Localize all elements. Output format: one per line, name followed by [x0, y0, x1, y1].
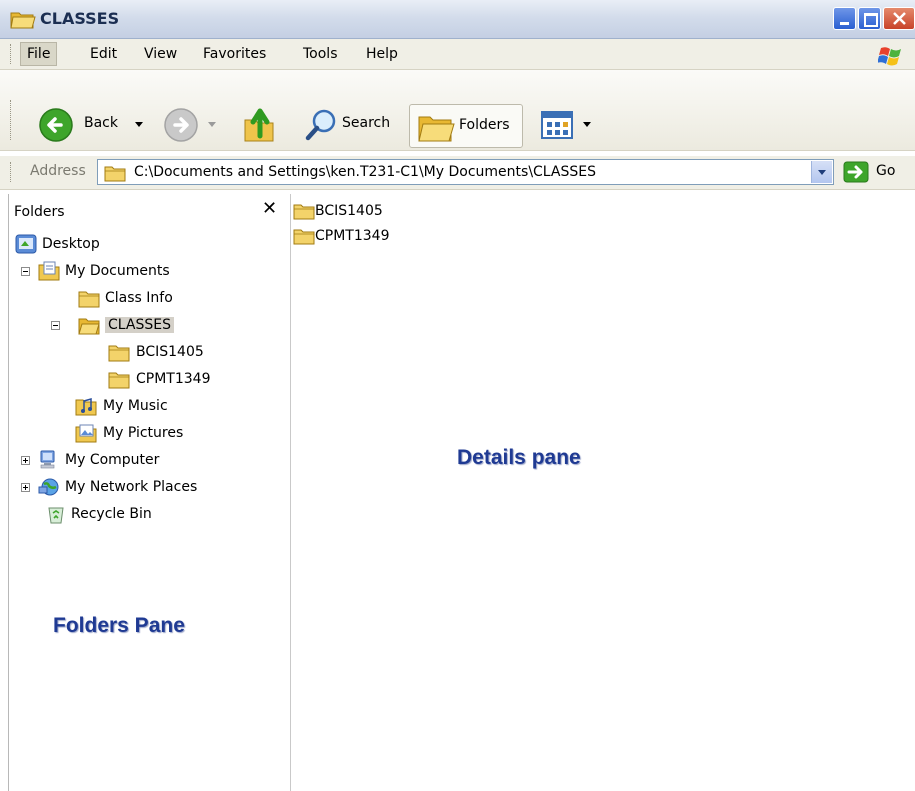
computer-icon: [40, 450, 55, 469]
folders-button[interactable]: Folders: [409, 104, 523, 148]
back-dropdown-icon[interactable]: [135, 122, 143, 127]
recycle-bin-icon: [48, 507, 64, 524]
back-label: Back: [84, 115, 118, 131]
views-icon: [541, 111, 573, 139]
tree-label: My Music: [103, 398, 168, 414]
folders-pane-annotation: Folders Pane: [53, 614, 185, 637]
tree-label: Recycle Bin: [71, 506, 152, 522]
go-button[interactable]: [843, 161, 869, 187]
folders-pane: Folders ✕ Desktop My Documents Class Inf…: [8, 194, 292, 791]
addressbar-grip[interactable]: [10, 162, 14, 182]
back-arrow-icon: [39, 108, 73, 142]
menubar-grip[interactable]: [10, 44, 14, 64]
minimize-icon: [840, 22, 849, 25]
menu-edit[interactable]: Edit: [84, 39, 123, 69]
tree-label: My Computer: [65, 452, 160, 468]
menu-file[interactable]: File: [20, 42, 58, 66]
maximize-button[interactable]: [858, 7, 881, 30]
chevron-down-icon: [818, 170, 826, 175]
address-dropdown-button[interactable]: [811, 161, 832, 183]
address-field[interactable]: C:\Documents and Settings\ken.T231-C1\My…: [97, 159, 834, 185]
menu-view[interactable]: View: [138, 39, 183, 69]
expand-icon[interactable]: [21, 456, 30, 465]
folder-icon: [293, 204, 315, 220]
network-icon: [38, 478, 59, 496]
maximize-icon: [864, 13, 878, 27]
collapse-icon[interactable]: [51, 321, 60, 330]
search-button[interactable]: Search: [304, 104, 396, 144]
tree-label: My Documents: [65, 263, 170, 279]
back-button[interactable]: Back: [38, 104, 158, 144]
views-dropdown-icon[interactable]: [583, 122, 591, 127]
address-value: C:\Documents and Settings\ken.T231-C1\My…: [134, 164, 597, 180]
up-folder-icon: [244, 108, 274, 142]
tree-label: My Pictures: [103, 425, 184, 441]
menu-bar: File Edit View Favorites Tools Help: [0, 39, 915, 70]
details-pane: BCIS1405 CPMT1349 Details pane: [291, 194, 915, 791]
menu-help[interactable]: Help: [360, 39, 404, 69]
music-folder-icon: [75, 398, 97, 416]
folder-icon: [108, 372, 130, 389]
forward-arrow-icon: [164, 108, 198, 142]
folder-icon: [104, 166, 126, 182]
tree-label: CPMT1349: [136, 371, 211, 387]
tree-label: Class Info: [105, 290, 173, 306]
folder-open-icon: [10, 12, 36, 29]
search-label: Search: [342, 115, 391, 131]
address-label: Address: [30, 163, 86, 179]
details-item-label: BCIS1405: [315, 203, 383, 219]
folders-icon: [418, 116, 455, 142]
search-icon: [305, 109, 336, 141]
folder-icon: [108, 345, 130, 362]
pictures-folder-icon: [75, 424, 97, 443]
close-icon: [893, 12, 906, 25]
close-icon[interactable]: ✕: [262, 198, 277, 219]
go-label[interactable]: Go: [876, 163, 895, 179]
forward-button[interactable]: [163, 104, 233, 144]
menu-tools[interactable]: Tools: [297, 39, 344, 69]
folders-label: Folders: [459, 117, 510, 133]
tree-label: My Network Places: [65, 479, 198, 495]
menu-favorites[interactable]: Favorites: [197, 39, 272, 69]
close-button[interactable]: [883, 7, 915, 30]
tree-label: CLASSES: [105, 317, 174, 333]
title-bar[interactable]: CLASSES: [0, 0, 915, 39]
views-button[interactable]: [540, 104, 596, 144]
desktop-icon: [15, 234, 37, 254]
details-pane-annotation: Details pane: [457, 446, 581, 469]
folders-pane-header: Folders: [14, 204, 65, 220]
forward-dropdown-icon[interactable]: [208, 122, 216, 127]
my-documents-icon: [38, 261, 60, 281]
windows-logo-icon: [878, 47, 901, 66]
folder-icon: [293, 229, 315, 245]
collapse-icon[interactable]: [21, 267, 30, 276]
expand-icon[interactable]: [21, 483, 30, 492]
tree-label: Desktop: [42, 236, 100, 252]
up-folder-button[interactable]: [242, 104, 282, 144]
window-title: CLASSES: [40, 9, 120, 28]
folder-open-icon: [78, 318, 100, 335]
details-item-label: CPMT1349: [315, 228, 390, 244]
toolbar-grip[interactable]: [10, 100, 14, 140]
tree-label: BCIS1405: [136, 344, 204, 360]
minimize-button[interactable]: [833, 7, 856, 30]
folder-icon: [78, 291, 100, 308]
go-arrow-icon: [843, 161, 869, 183]
